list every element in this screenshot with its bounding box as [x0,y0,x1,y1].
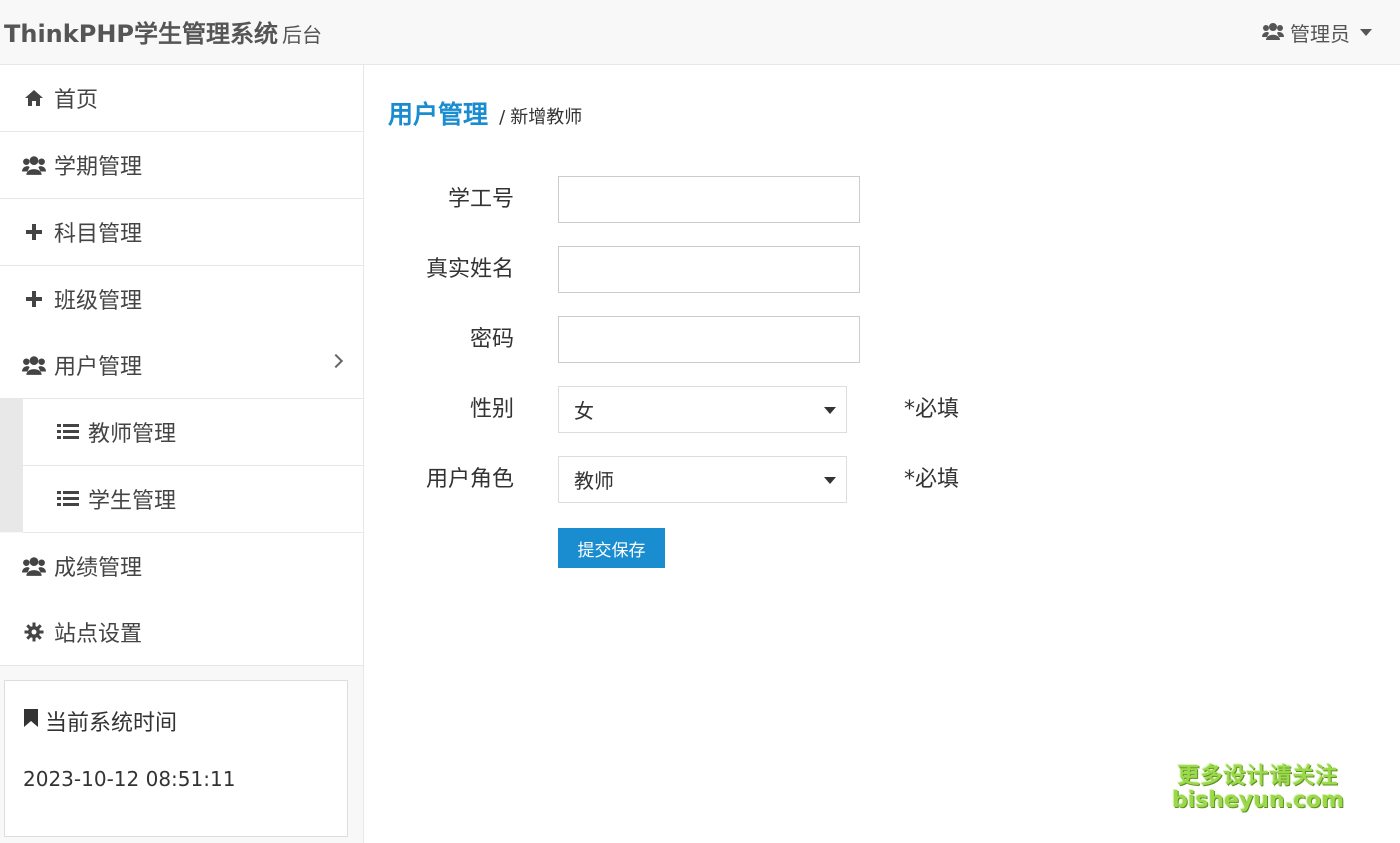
watermark-line2: bisheyun.com [1172,788,1345,814]
sidebar-item-label: 科目管理 [54,222,143,247]
id-input[interactable] [558,176,860,223]
gender-select-value: 女 [574,399,594,423]
password-label: 密码 [469,327,514,352]
users-icon [1262,21,1284,45]
users-icon [22,554,46,578]
chevron-down-icon [1360,29,1372,36]
caret-down-icon [824,407,836,414]
role-label: 用户角色 [425,467,514,492]
gear-icon [22,620,46,644]
gender-required-note: *必填 [904,397,960,422]
sidebar-item-semester[interactable]: 学期管理 [0,132,363,199]
role-required-note: *必填 [904,467,960,492]
watermark-line1: 更多设计请关注 [1177,764,1339,789]
sidebar-item-teacher[interactable]: 教师管理 [23,399,363,466]
users-icon [22,353,46,377]
submit-save-button[interactable]: 提交保存 [558,528,665,568]
role-select-value: 教师 [574,469,614,493]
role-select[interactable]: 教师 [558,456,847,503]
real-name-label: 真实姓名 [425,257,514,282]
home-icon [22,86,46,110]
main-content: 用户管理 / 新增教师 学工号 真实姓名 密码 性别 女 *必填 用户角色 教师… [364,65,1400,843]
brand-title[interactable]: ThinkPHP学生管理系统 [4,20,278,48]
sidebar-item-label: 学期管理 [54,155,143,180]
page-subtitle: 新增教师 [510,107,583,128]
system-time-panel: 当前系统时间 2023-10-12 08:51:11 [4,680,348,837]
id-label: 学工号 [447,187,514,212]
sidebar-item-label: 教师管理 [88,422,177,447]
heading-separator: / [499,107,506,128]
plus-icon [22,220,46,244]
chevron-right-icon [328,353,344,369]
list-icon [56,420,80,444]
system-time-label: 当前系统时间 [45,711,178,736]
list-icon [56,487,80,511]
sidebar-item-subject[interactable]: 科目管理 [0,199,363,266]
sidebar-item-student[interactable]: 学生管理 [23,466,363,533]
sidebar-item-settings[interactable]: 站点设置 [0,599,363,666]
users-icon [22,153,46,177]
submenu-indent-bar [0,398,23,532]
sidebar-item-class[interactable]: 班级管理 [0,266,363,333]
user-menu-dropdown[interactable]: 管理员 [1262,18,1372,47]
gender-label: 性别 [469,397,514,422]
page-title: 用户管理 [388,100,489,129]
sidebar-item-label: 学生管理 [88,489,177,514]
sidebar-item-grades[interactable]: 成绩管理 [0,533,363,600]
gender-select[interactable]: 女 [558,386,847,433]
brand[interactable]: ThinkPHP学生管理系统 后台 [4,14,322,49]
sidebar: 首页 学期管理 科目管理 班级管理 用户管理 教师管理 学生管理 成绩管理 站点… [0,65,364,843]
real-name-input[interactable] [558,246,860,293]
password-input[interactable] [558,316,860,363]
brand-subtitle: 后台 [282,23,322,47]
sidebar-item-label: 站点设置 [54,622,143,647]
bookmark-icon [23,708,39,734]
sidebar-item-home[interactable]: 首页 [0,65,363,132]
sidebar-item-label: 用户管理 [54,355,143,380]
sidebar-item-user[interactable]: 用户管理 [0,332,363,399]
caret-down-icon [824,477,836,484]
sidebar-item-label: 成绩管理 [54,556,143,581]
sidebar-item-label: 首页 [54,88,99,113]
user-menu-label: 管理员 [1290,22,1350,46]
watermark: 更多设计请关注 bisheyun.com [1172,764,1345,814]
system-time-value: 2023-10-12 08:51:11 [23,767,236,791]
plus-icon [22,287,46,311]
system-time-title: 当前系统时间 [23,705,177,737]
sidebar-item-label: 班级管理 [54,289,143,314]
page-heading: 用户管理 / 新增教师 [388,95,582,131]
top-navbar: ThinkPHP学生管理系统 后台 管理员 [0,0,1400,65]
